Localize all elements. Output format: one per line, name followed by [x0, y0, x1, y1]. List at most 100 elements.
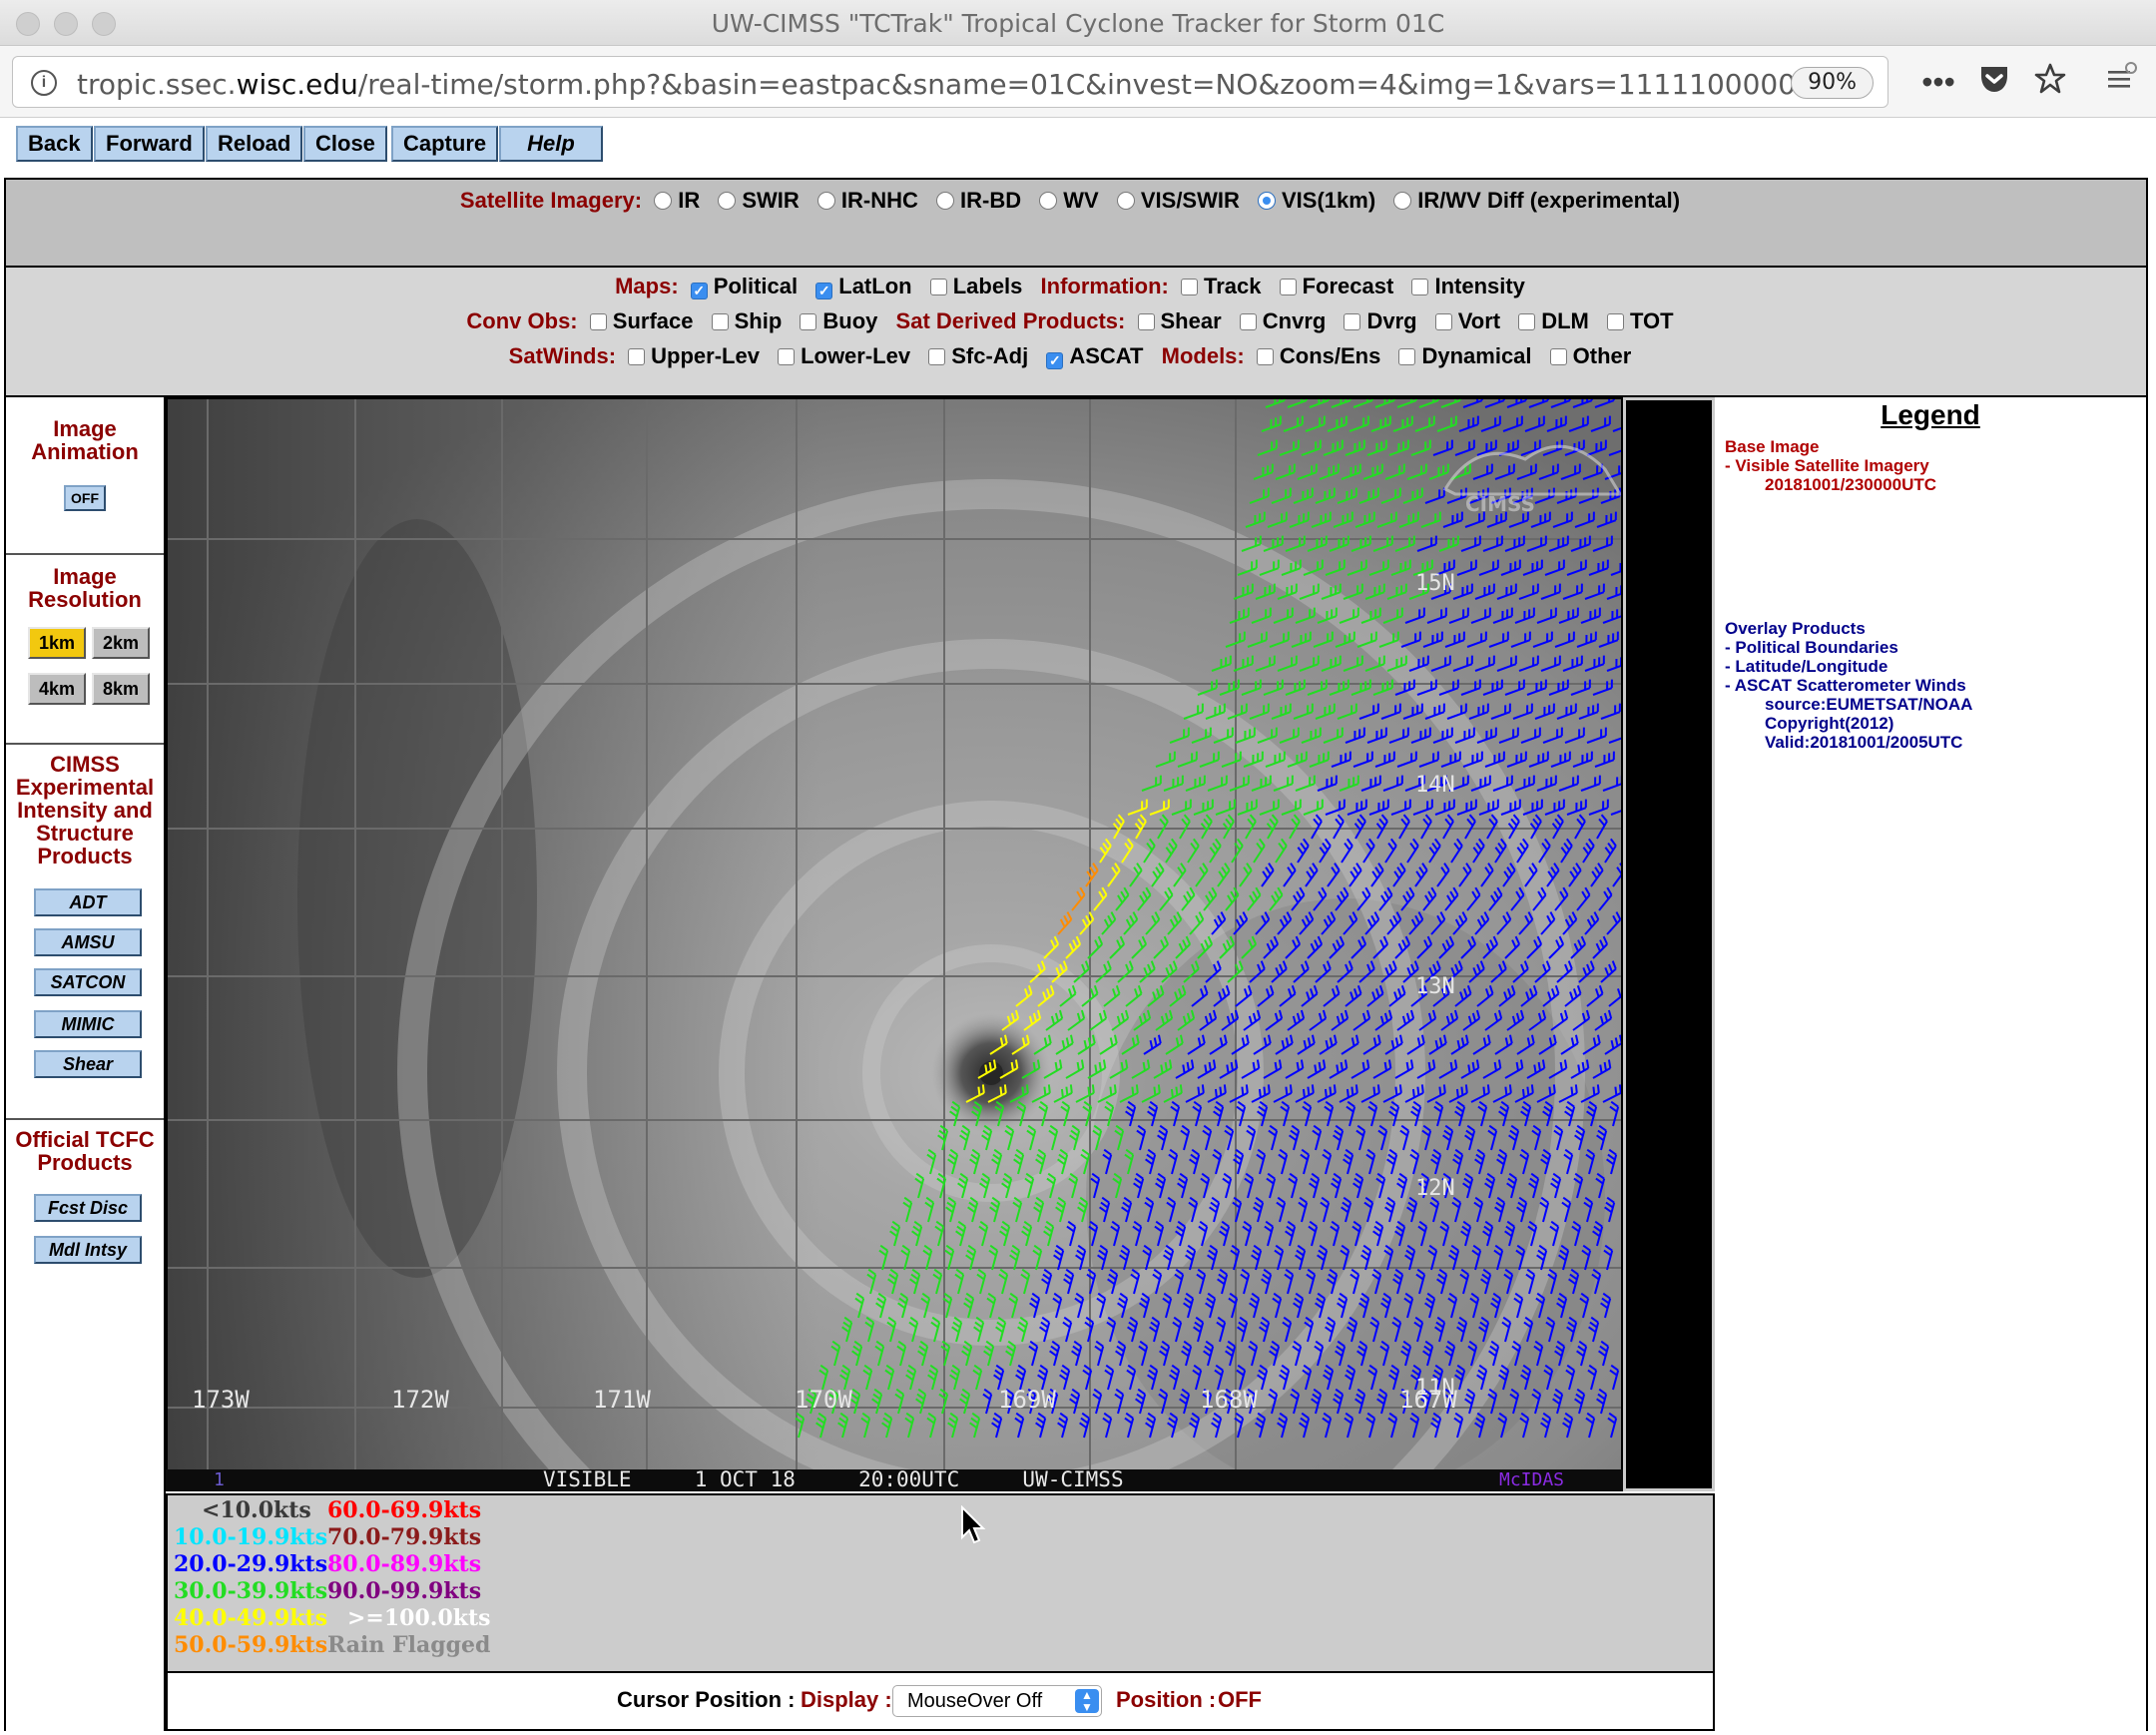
tcfc-title-2: Products: [37, 1150, 133, 1175]
upper-lev-label: Upper-Lev: [651, 343, 760, 368]
wind-key-entry: 50.0-59.9kts: [174, 1632, 328, 1658]
display-select[interactable]: MouseOver Off ▲ ▼: [892, 1685, 1102, 1717]
mdl-intsy-button[interactable]: Mdl Intsy: [34, 1236, 142, 1264]
cursor-position-bar: Cursor Position : Display : MouseOver Of…: [166, 1673, 1715, 1731]
checkbox-ascat[interactable]: ✓: [1046, 352, 1064, 369]
mcidas-label: McIDAS: [1499, 1469, 1565, 1490]
fcst-disc-button[interactable]: Fcst Disc: [34, 1194, 142, 1222]
checkbox-forecast[interactable]: [1279, 279, 1297, 295]
checkbox-labels[interactable]: [929, 279, 947, 295]
satellite-image-canvas[interactable]: CIMSS: [168, 399, 1621, 1469]
position-label: Position :: [1116, 1687, 1217, 1712]
radio-ir-bd[interactable]: [936, 192, 955, 210]
checkbox-dvrg[interactable]: [1344, 313, 1361, 330]
maps-info-row: Maps: ✓ Political ✓ LatLon Labels Informat…: [6, 274, 2146, 299]
longitude-label: 170W: [795, 1386, 852, 1414]
frame-number: 1: [214, 1469, 225, 1490]
menu-icon[interactable]: [2100, 62, 2140, 102]
overlay-options-panel: Maps: ✓ Political ✓ LatLon Labels Informat…: [4, 268, 2148, 397]
capture-button[interactable]: Capture: [391, 126, 499, 162]
checkbox-buoy[interactable]: [800, 313, 817, 330]
radio-vis-swir[interactable]: [1116, 192, 1135, 210]
adt-button[interactable]: ADT: [34, 888, 142, 916]
legend-title: Legend: [1881, 399, 1980, 430]
longitude-label: 171W: [593, 1386, 651, 1414]
bookmark-star-icon[interactable]: [2030, 62, 2070, 102]
resolution-2km-button[interactable]: 2km: [92, 627, 150, 659]
more-icon[interactable]: •••: [1918, 62, 1958, 102]
shear-product-button[interactable]: Shear: [34, 1050, 142, 1078]
resolution-4km-button[interactable]: 4km: [28, 673, 86, 705]
checkbox-surface[interactable]: [589, 313, 607, 330]
cimss-title-4: Structure: [36, 821, 134, 846]
radio-wv[interactable]: [1039, 192, 1058, 210]
political-label: Political: [713, 274, 799, 298]
resolution-8km-button[interactable]: 8km: [92, 673, 150, 705]
zoom-level-badge[interactable]: 90%: [1791, 67, 1874, 99]
overlay-ascat-valid: Valid:20181001/2005UTC: [1765, 733, 1963, 752]
cimss-title-5: Products: [37, 844, 133, 868]
overlay-ascat-copyright: Copyright(2012): [1765, 714, 1894, 733]
satwinds-label: SatWinds:: [508, 343, 617, 368]
checkbox-intensity[interactable]: [1411, 279, 1429, 295]
intensity-label: Intensity: [1434, 274, 1525, 298]
information-label: Information:: [1040, 274, 1169, 298]
checkbox-shear[interactable]: [1137, 313, 1155, 330]
shear-label: Shear: [1160, 308, 1222, 333]
satellite-imagery-row: Satellite Imagery: IR SWIR IR-NHC IR-BD …: [6, 188, 2146, 214]
longitude-label: 169W: [998, 1386, 1056, 1414]
help-button[interactable]: Help: [499, 126, 603, 162]
address-bar[interactable]: i tropic.ssec.wisc.edu/real-time/storm.p…: [12, 56, 1888, 108]
wind-key-entry: 90.0-99.9kts: [327, 1578, 482, 1604]
wind-key-entry: 60.0-69.9kts: [327, 1497, 482, 1523]
checkbox-cons-ens[interactable]: [1256, 348, 1274, 365]
animation-title-2: Animation: [31, 439, 139, 464]
radio-vis-1km[interactable]: [1258, 192, 1276, 210]
checkbox-upper-lev[interactable]: [628, 348, 646, 365]
checkbox-dynamical[interactable]: [1398, 348, 1416, 365]
base-image-heading: Base Image: [1725, 437, 1820, 456]
other-label: Other: [1572, 343, 1632, 368]
checkbox-cnvrg[interactable]: [1239, 313, 1257, 330]
satellite-image[interactable]: CIMSS 173W 172W 171W 170W 169W 168W 167W 15N 14…: [166, 397, 1623, 1491]
checkbox-vort[interactable]: [1434, 313, 1452, 330]
satcon-button[interactable]: SATCON: [34, 968, 142, 996]
cimss-products-section: CIMSS Experimental Intensity and Structu…: [6, 745, 164, 1120]
checkbox-latlon[interactable]: ✓: [815, 283, 833, 299]
resolution-1km-button[interactable]: 1km: [28, 627, 86, 659]
checkbox-track[interactable]: [1180, 279, 1198, 295]
radio-ir[interactable]: [654, 192, 673, 210]
radio-ir-wv-diff[interactable]: [1393, 192, 1412, 210]
checkbox-tot[interactable]: [1607, 313, 1624, 330]
checkbox-sfc-adj[interactable]: [928, 348, 946, 365]
option-ir-wv-diff-label: IR/WV Diff (experimental): [1417, 188, 1681, 213]
info-icon[interactable]: i: [31, 70, 57, 96]
radio-swir[interactable]: [718, 192, 737, 210]
surface-label: Surface: [612, 308, 694, 333]
animation-off-button[interactable]: OFF: [64, 485, 106, 511]
forward-button[interactable]: Forward: [94, 126, 205, 162]
latlon-label: LatLon: [838, 274, 912, 298]
reload-button[interactable]: Reload: [206, 126, 303, 162]
wind-key-entry: <10.0kts: [202, 1497, 311, 1523]
checkbox-lower-lev[interactable]: [778, 348, 796, 365]
mimic-button[interactable]: MIMIC: [34, 1010, 142, 1038]
cimss-title-1: CIMSS: [50, 752, 120, 777]
checkbox-ship[interactable]: [711, 313, 729, 330]
checkbox-dlm[interactable]: [1518, 313, 1536, 330]
left-sidebar: Image Animation OFF Image Resolution 1km…: [4, 397, 166, 1731]
pocket-icon[interactable]: [1974, 62, 2014, 102]
radio-ir-nhc[interactable]: [816, 192, 835, 210]
amsu-button[interactable]: AMSU: [34, 928, 142, 956]
wind-key-entry: 80.0-89.9kts: [327, 1551, 482, 1577]
checkbox-political[interactable]: ✓: [690, 283, 708, 299]
back-button[interactable]: Back: [16, 126, 93, 162]
longitude-label: 168W: [1200, 1386, 1258, 1414]
option-swir-label: SWIR: [742, 188, 800, 213]
checkbox-other[interactable]: [1549, 348, 1567, 365]
wind-speed-key: <10.0kts 10.0-19.9kts 20.0-29.9kts 30.0-39.…: [166, 1493, 1715, 1673]
legend-panel: Legend Base Image - Visible Satellite Im…: [1715, 397, 2148, 1731]
option-vis-swir-label: VIS/SWIR: [1140, 188, 1240, 213]
url-text[interactable]: tropic.ssec.wisc.edu/real-time/storm.php…: [77, 68, 1794, 101]
close-button[interactable]: Close: [303, 126, 387, 162]
